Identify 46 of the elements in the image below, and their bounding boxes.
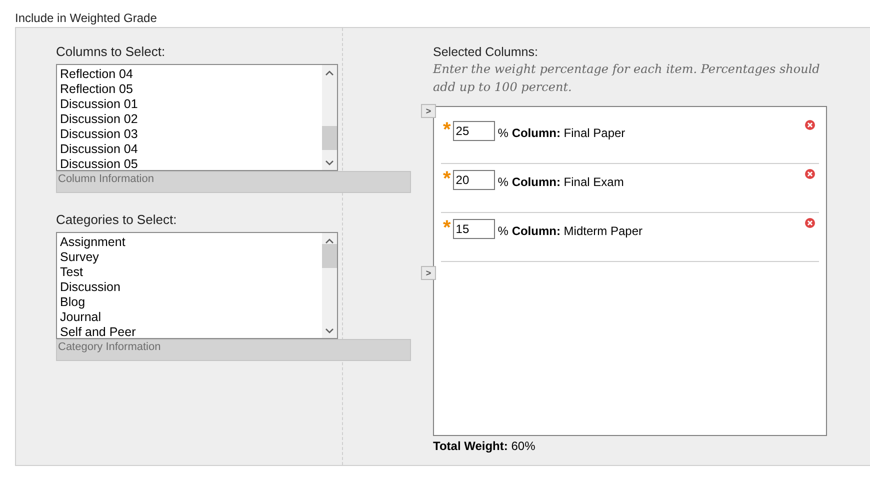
required-mark: * [443,169,451,189]
remove-icon[interactable] [805,169,815,179]
list-label: Categories to Select: [56,212,178,228]
list-label: Columns to Select: [56,44,166,60]
list-option[interactable]: Discussion 01 [60,97,322,112]
scrollbar[interactable] [322,65,337,170]
list-option[interactable]: Reflection 04 [60,67,322,82]
info-bar: Category Information [56,339,411,361]
listbox[interactable]: Assignment Survey Test Discussion Blog Journal Self and Peer [56,232,338,339]
remove-icon[interactable] [805,120,815,130]
list-option[interactable]: Journal [60,310,322,325]
selected-label: Selected Columns: [433,44,539,60]
scroll-thumb[interactable] [322,244,337,268]
scroll-up-icon[interactable] [325,70,334,76]
list-option[interactable]: Survey [60,250,322,265]
scrollbar[interactable] [322,233,337,338]
scroll-down-icon[interactable] [325,160,334,166]
remove-icon[interactable] [805,218,815,228]
column-name: % Column: Final Paper [498,125,626,142]
weight-input[interactable]: 25 [452,121,495,141]
required-mark: * [443,218,451,238]
weight-input[interactable]: 20 [452,170,495,190]
required-mark: * [443,120,451,140]
list-option[interactable]: Self and Peer [60,325,322,340]
list-option[interactable]: Discussion 05 [60,157,322,172]
listbox[interactable]: Reflection 04 Reflection 05 Discussion 01 Discussion 02 Discussion 03 Discussion 04 Discussion 05 [56,64,338,171]
list-option[interactable]: Discussion 02 [60,112,322,127]
info-bar: Column Information [56,171,411,193]
list-option[interactable]: Discussion [60,280,322,295]
section-title: Include in Weighted Grade [15,10,157,27]
scroll-thumb[interactable] [322,126,337,150]
column-name: % Column: Final Exam [498,174,624,191]
total-weight: Total Weight: 60% [433,438,536,455]
list-option[interactable]: Discussion 04 [60,142,322,157]
instructions: Enter the weight percentage for each item. Percentages should add up to 100 percent. [433,61,821,96]
scroll-up-icon[interactable] [325,238,334,244]
list-option[interactable]: Assignment [60,235,322,250]
move-right-button[interactable]: > [421,266,436,280]
list-option[interactable]: Reflection 05 [60,82,322,97]
list-option[interactable]: Test [60,265,322,280]
weight-input[interactable]: 15 [452,219,495,239]
list-option[interactable]: Blog [60,295,322,310]
list-option[interactable]: Discussion 03 [60,127,322,142]
move-right-button[interactable]: > [421,104,436,118]
scroll-down-icon[interactable] [325,328,334,334]
column-name: % Column: Midterm Paper [498,223,642,240]
